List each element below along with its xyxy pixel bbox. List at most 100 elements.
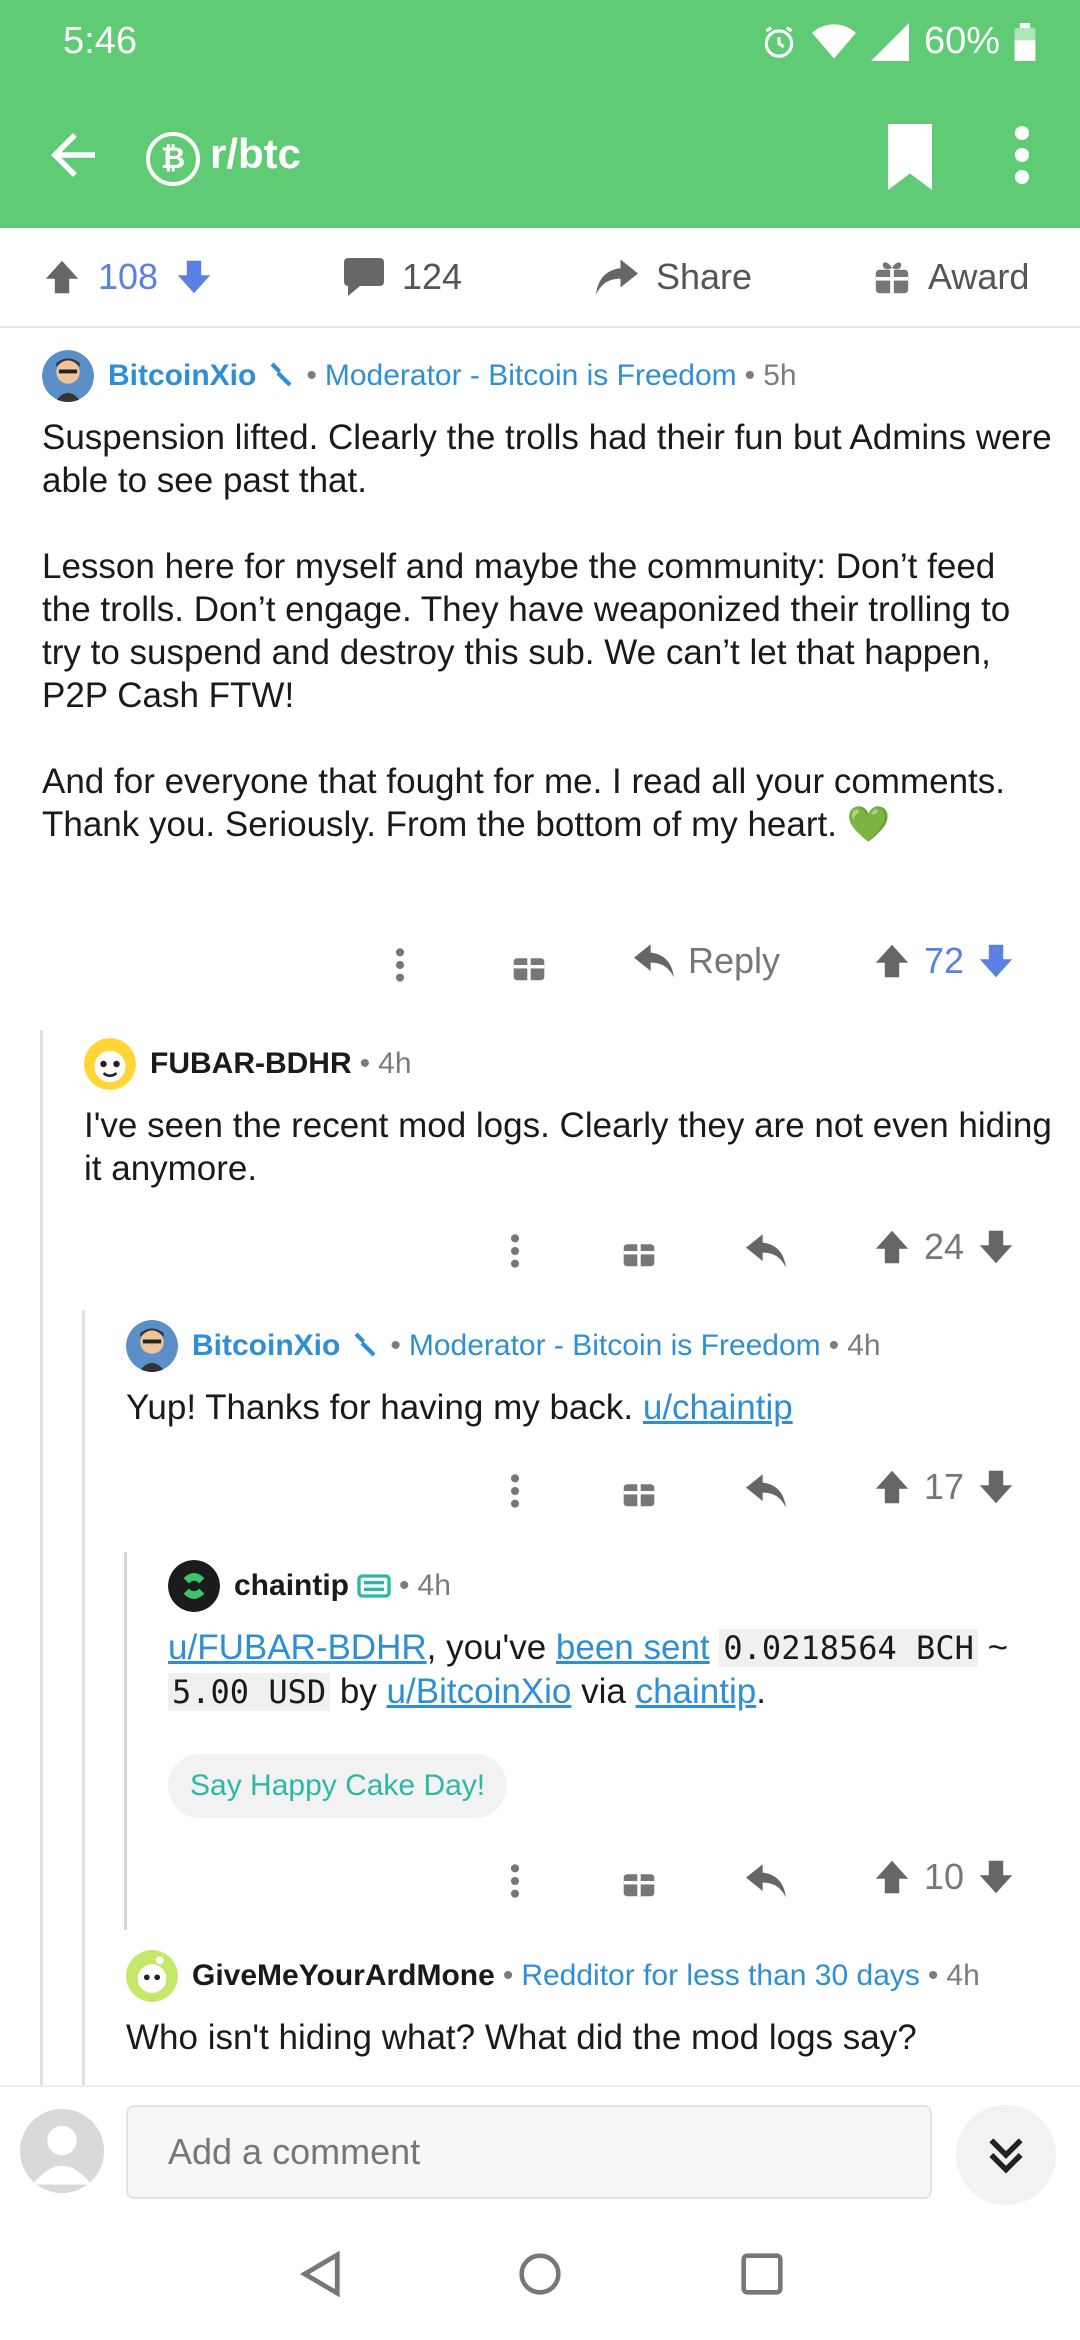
comment-author[interactable]: chaintip [234,1569,349,1603]
comment-vote: 10 [874,1856,1014,1898]
separator: • [359,1047,371,1080]
reply-icon[interactable] [746,1234,786,1268]
upvote-icon[interactable] [44,259,80,295]
gift-icon [875,262,909,294]
comment-text: . [756,1672,766,1711]
avatar[interactable] [126,1320,178,1372]
more-vertical-icon[interactable] [1000,122,1044,188]
reply-button[interactable]: Reply [634,940,780,982]
comment-paragraph: Lesson here for myself and maybe the com… [42,547,1011,715]
avatar[interactable] [126,1950,178,2002]
comment-vote: 24 [874,1226,1014,1268]
share-icon [596,259,638,295]
gift-icon[interactable] [622,1474,656,1508]
upvote-icon[interactable] [874,1229,910,1265]
comment-list: BitcoinXio • Moderator - Bitcoin is Free… [0,330,1080,2085]
award-label: Award [928,256,1030,297]
user-flair: Moderator - Bitcoin is Freedom [408,1329,821,1362]
downvote-icon[interactable] [176,259,212,295]
chaintip-link[interactable]: chaintip [636,1672,757,1711]
comment-bar: Add a comment [0,2085,1080,2205]
separator: • [828,1329,840,1362]
share-label: Share [656,256,753,297]
usd-amount: 5.00 USD [168,1673,331,1711]
comment-author[interactable]: BitcoinXio [108,359,256,393]
comment-age: 4h [946,1959,980,1992]
user-link[interactable]: u/BitcoinXio [387,1672,572,1711]
downvote-icon[interactable] [978,1859,1014,1895]
gift-icon[interactable] [622,1864,656,1898]
more-vertical-icon[interactable] [507,1862,523,1900]
comment-text: Yup! Thanks for having my back. [126,1388,643,1427]
subreddit-icon[interactable]: ₿ [146,132,200,186]
home-circle-icon[interactable] [518,2251,562,2297]
more-vertical-icon[interactable] [507,1472,523,1510]
comment-author[interactable]: FUBAR-BDHR [150,1047,352,1081]
separator: • [502,1959,514,1992]
comment: FUBAR-BDHR • 4h I've seen the recent mod… [84,1038,1054,1190]
reply-label: Reply [688,940,781,981]
recents-square-icon[interactable] [740,2251,784,2297]
downvote-icon[interactable] [978,1469,1014,1505]
comment-text: by [330,1672,387,1711]
comment-score: 72 [924,940,965,981]
comment-paragraph: Suspension lifted. Clearly the trolls ha… [42,418,1052,500]
downvote-icon[interactable] [978,1229,1014,1265]
jump-next-button[interactable] [956,2105,1056,2205]
share-button[interactable]: Share [596,256,752,298]
comment-vote: 72 [874,940,1014,982]
user-flair: Redditor for less than 30 days [521,1959,920,1992]
reply-icon[interactable] [746,1864,786,1898]
award-button[interactable]: Award [874,256,1029,298]
user-link[interactable]: u/chaintip [643,1388,793,1427]
comment-age: 4h [378,1047,412,1080]
avatar[interactable] [84,1038,136,1090]
alarm-icon [764,25,794,58]
comment-body: Who isn't hiding what? What did the mod … [126,2018,917,2057]
avatar[interactable] [42,350,94,402]
thread-line [82,1310,85,2085]
user-link[interactable]: u/FUBAR-BDHR [168,1628,427,1667]
comment-score: 10 [924,1856,965,1897]
more-vertical-icon[interactable] [507,1232,523,1270]
wrench-icon [270,362,292,387]
comment-meta: BitcoinXio • Moderator - Bitcoin is Free… [42,350,1052,402]
cake-day-button[interactable]: Say Happy Cake Day! [168,1754,508,1818]
back-arrow-icon[interactable] [40,122,106,188]
bitcoin-glyph: ₿ [160,142,186,175]
gift-icon[interactable] [512,948,546,982]
comment-text: ~ [977,1628,1009,1667]
comment: BitcoinXio • Moderator - Bitcoin is Free… [42,350,1052,889]
battery-percent: 60% [923,20,1000,62]
sent-link[interactable]: been sent [556,1628,710,1667]
post-comments[interactable]: 124 [344,256,462,298]
reply-icon[interactable] [746,1474,786,1508]
upvote-icon[interactable] [874,943,910,979]
comment-score: 17 [924,1466,965,1507]
gift-icon[interactable] [622,1234,656,1268]
upvote-icon[interactable] [874,1859,910,1895]
comment-input[interactable]: Add a comment [126,2105,932,2199]
subreddit-name[interactable]: r/btc [210,130,301,178]
comment-body: I've seen the recent mod logs. Clearly t… [84,1106,1052,1188]
comment-age: 5h [763,359,797,392]
separator: • [744,359,756,392]
more-vertical-icon[interactable] [392,946,408,984]
comment-text: , you've [426,1628,556,1667]
reply-icon [634,944,674,978]
comment-meta: FUBAR-BDHR • 4h [84,1038,1054,1090]
avatar[interactable] [168,1560,220,1612]
downvote-icon[interactable] [978,943,1014,979]
comment-author[interactable]: GiveMeYourArdMone [192,1959,495,1993]
back-triangle-icon[interactable] [298,2251,342,2297]
post-action-bar: 108 124 Share Award [0,228,1080,328]
comment-text: via [571,1672,636,1711]
bookmark-icon[interactable] [880,124,940,190]
comment-author[interactable]: BitcoinXio [192,1329,340,1363]
status-time: 5:46 [63,20,137,62]
comment-body: u/FUBAR-BDHR, you've been sent 0.0218564… [168,1626,1056,1714]
status-icons: 60% [760,20,1036,63]
upvote-icon[interactable] [874,1469,910,1505]
thread-line [124,1552,127,1930]
user-avatar-icon[interactable] [20,2109,104,2193]
